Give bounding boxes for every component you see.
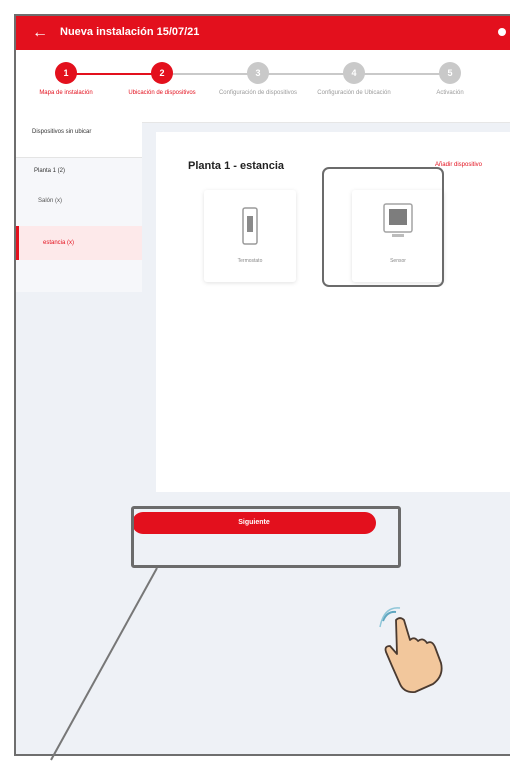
step-number: 4 — [343, 62, 365, 84]
step-connector — [160, 73, 256, 75]
step-connector — [64, 73, 160, 75]
step-number: 3 — [247, 62, 269, 84]
step-connector — [256, 73, 352, 75]
step-number: 1 — [55, 62, 77, 84]
callout-line — [50, 567, 158, 761]
step-connector — [352, 73, 448, 75]
hand-pointer-icon — [379, 607, 443, 693]
step-number: 2 — [151, 62, 173, 84]
step-number: 5 — [439, 62, 461, 84]
callout-overlay — [50, 567, 443, 761]
